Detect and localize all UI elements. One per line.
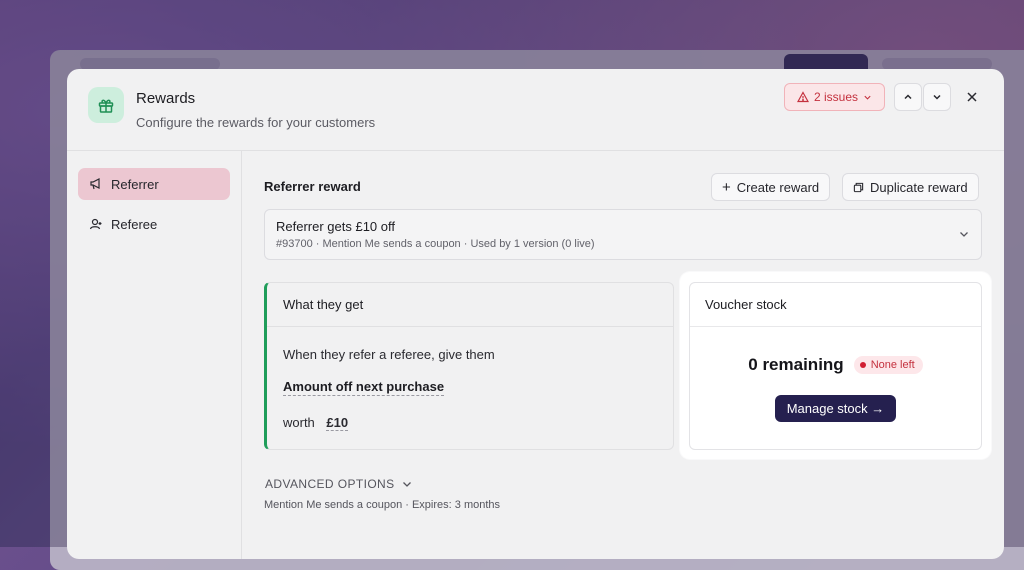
voucher-stock-highlight: Voucher stock 0 remaining None left Mana… [680, 272, 991, 459]
stock-remaining: 0 remaining [748, 355, 844, 374]
gift-icon [88, 87, 124, 123]
advanced-options-label: ADVANCED OPTIONS [265, 477, 395, 491]
advanced-options-meta: Mention Me sends a coupon · Expires: 3 m… [264, 499, 501, 511]
reward-select[interactable]: Referrer gets £10 off #93700 · Mention M… [264, 209, 982, 260]
sidebar-item-referrer[interactable]: Referrer [78, 168, 230, 200]
what-they-get-card: What they get When they refer a referee,… [264, 282, 674, 450]
sidebar-item-referee[interactable]: Referee [78, 208, 230, 240]
chevron-down-icon [960, 232, 968, 237]
megaphone-icon [90, 178, 100, 190]
chevron-down-icon [402, 482, 411, 487]
issues-label: 2 issues [813, 90, 859, 104]
stock-status-row: 0 remaining None left [690, 355, 981, 375]
warning-icon [796, 91, 809, 103]
sidebar-item-label: Referrer [111, 176, 159, 192]
sidebar: Referrer Referee [67, 151, 242, 559]
user-add-icon [89, 218, 102, 230]
what-they-get-description: When they refer a referee, give them [283, 347, 495, 362]
status-dot-icon [859, 362, 866, 368]
copy-icon [853, 182, 864, 192]
dialog-subtitle: Configure the rewards for your customers [136, 115, 376, 130]
advanced-options-toggle[interactable]: ADVANCED OPTIONS [265, 477, 413, 491]
status-badge: None left [853, 356, 923, 374]
section-title: Referrer reward [264, 179, 361, 194]
voucher-stock-title: Voucher stock [690, 283, 981, 327]
voucher-stock-card: Voucher stock 0 remaining None left Mana… [689, 282, 982, 450]
close-icon [967, 92, 977, 102]
reward-name: Referrer gets £10 off [276, 219, 395, 234]
status-badge-label: None left [870, 359, 915, 371]
dialog-title: Rewards [136, 90, 196, 107]
sidebar-item-label: Referee [111, 216, 158, 232]
dialog-header: Rewards Configure the rewards for your c… [67, 69, 1004, 151]
create-reward-button[interactable]: + Create reward [711, 173, 831, 201]
worth-row: worth £10 [283, 415, 349, 431]
next-button[interactable] [923, 83, 951, 111]
reward-type-select[interactable]: Amount off next purchase [283, 379, 445, 396]
worth-label: worth [283, 415, 315, 430]
chevron-down-icon [933, 94, 941, 100]
issues-dropdown[interactable]: 2 issues [784, 83, 885, 111]
duplicate-reward-label: Duplicate reward [870, 179, 968, 195]
plus-icon: + [722, 178, 731, 196]
duplicate-reward-button[interactable]: Duplicate reward [842, 173, 979, 201]
manage-stock-button[interactable]: Manage stock → [775, 395, 896, 422]
chevron-down-icon [864, 95, 871, 100]
what-they-get-title: What they get [267, 283, 673, 327]
previous-button[interactable] [894, 83, 922, 111]
reward-meta: #93700 · Mention Me sends a coupon · Use… [276, 238, 595, 250]
chevron-up-icon [904, 94, 912, 100]
create-reward-label: Create reward [736, 179, 820, 195]
worth-value[interactable]: £10 [326, 415, 349, 431]
close-button[interactable] [960, 85, 984, 109]
